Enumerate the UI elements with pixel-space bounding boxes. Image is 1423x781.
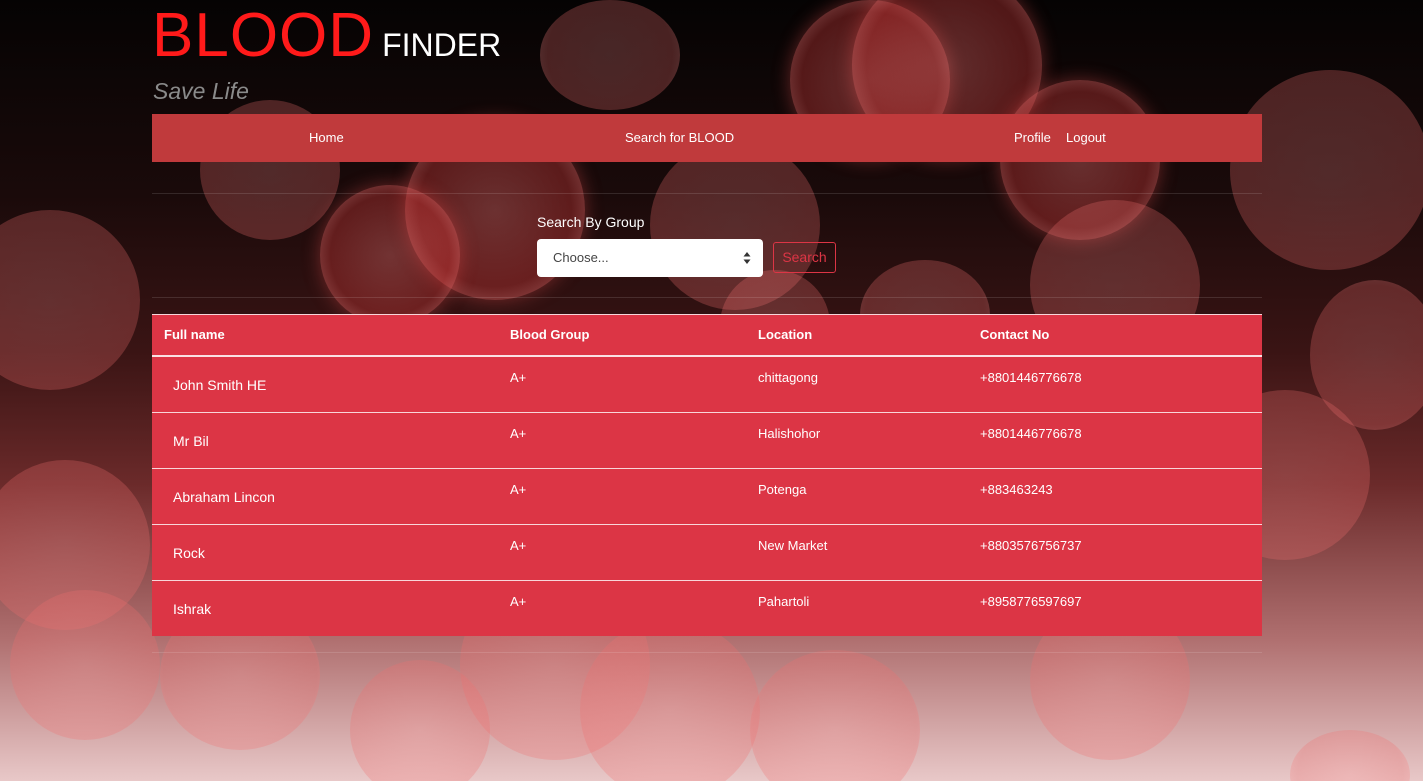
divider-middle	[152, 297, 1262, 298]
cell-location: chittagong	[758, 370, 818, 385]
table-header: Full name Blood Group Location Contact N…	[152, 315, 1262, 357]
brand-title-primary: BLOOD	[152, 1, 375, 70]
cell-location: Potenga	[758, 482, 807, 497]
brand-logo[interactable]: BLOOD FINDER	[152, 2, 501, 70]
cell-contact: +8803576756737	[980, 538, 1082, 553]
cell-blood-group: A+	[510, 370, 527, 385]
nav-home-link[interactable]: Home	[309, 130, 344, 145]
table-row[interactable]: Rock A+ New Market +8803576756737	[152, 524, 1262, 580]
divider-bottom	[152, 652, 1262, 653]
cell-blood-group: A+	[510, 594, 527, 609]
cell-contact: +8801446776678	[980, 370, 1082, 385]
nav-profile-link[interactable]: Profile	[1014, 130, 1051, 145]
table-row[interactable]: Abraham Lincon A+ Potenga +883463243	[152, 468, 1262, 524]
select-value: Choose...	[553, 250, 609, 265]
table-body: John Smith HE A+ chittagong +88014467766…	[152, 357, 1262, 636]
cell-name: Ishrak	[173, 601, 212, 617]
search-button[interactable]: Search	[773, 242, 836, 273]
divider-top	[152, 193, 1262, 194]
cell-contact: +8801446776678	[980, 426, 1082, 441]
cell-blood-group: A+	[510, 482, 527, 497]
header-blood-group: Blood Group	[510, 327, 590, 342]
cell-location: Halishohor	[758, 426, 821, 441]
table-row[interactable]: Ishrak A+ Pahartoli +8958776597697	[152, 580, 1262, 636]
header-location: Location	[758, 327, 813, 342]
search-group-label: Search By Group	[537, 214, 645, 230]
nav-logout-link[interactable]: Logout	[1066, 130, 1106, 145]
brand-tagline: Save Life	[153, 78, 249, 104]
donor-table: Full name Blood Group Location Contact N…	[152, 314, 1262, 636]
cell-name: John Smith HE	[173, 377, 267, 393]
table-row[interactable]: John Smith HE A+ chittagong +88014467766…	[152, 357, 1262, 412]
cell-location: Pahartoli	[758, 594, 810, 609]
nav-search-link[interactable]: Search for BLOOD	[625, 130, 734, 145]
cell-name: Mr Bil	[173, 433, 209, 449]
header-full-name: Full name	[164, 327, 225, 342]
select-arrows-icon	[743, 252, 751, 264]
cell-contact: +8958776597697	[980, 594, 1082, 609]
cell-blood-group: A+	[510, 538, 527, 553]
cell-blood-group: A+	[510, 426, 527, 441]
cell-name: Rock	[173, 545, 205, 561]
header-contact-no: Contact No	[980, 327, 1050, 342]
cell-contact: +883463243	[980, 482, 1053, 497]
brand-title-secondary: FINDER	[382, 27, 502, 63]
main-navbar: Home Search for BLOOD Profile Logout	[152, 114, 1262, 162]
cell-name: Abraham Lincon	[173, 489, 275, 505]
cell-location: New Market	[758, 538, 828, 553]
blood-group-select[interactable]: Choose...	[537, 239, 763, 277]
table-row[interactable]: Mr Bil A+ Halishohor +8801446776678	[152, 412, 1262, 468]
